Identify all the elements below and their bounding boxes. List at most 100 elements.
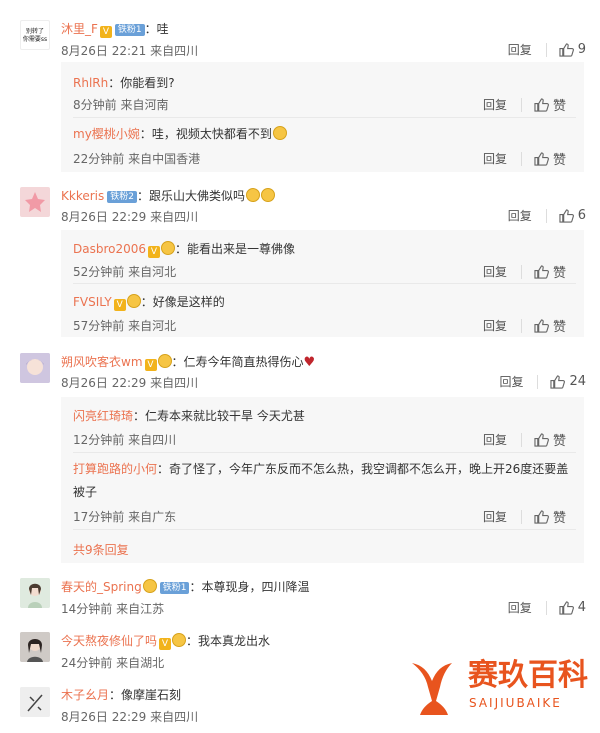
reply-button[interactable]: 回复	[483, 263, 507, 280]
like-button[interactable]: 赞	[534, 262, 566, 281]
like-button[interactable]: 赞	[534, 430, 566, 449]
fan-badge: 铁粉1	[114, 24, 145, 36]
username-link[interactable]: 沐里_F	[61, 22, 98, 36]
username-link[interactable]: Kkkeris	[61, 189, 104, 203]
avatar-text: 你需要ss	[22, 36, 48, 43]
member-emoji-icon	[172, 633, 187, 647]
thumbs-up-icon	[534, 264, 549, 279]
timestamp: 14分钟前	[61, 602, 113, 616]
girl-avatar-icon	[20, 578, 50, 608]
comment-meta: 8月26日 22:21 来自四川	[61, 42, 198, 59]
username-link[interactable]: 木子幺月	[61, 688, 109, 702]
location: 来自广东	[128, 510, 177, 524]
comment-actions: 回复 9	[508, 41, 586, 58]
username-link[interactable]: 闪亮红琦琦	[73, 409, 133, 423]
thumbs-up-icon	[534, 432, 549, 447]
comment-text: 仁寿今年简直热得伤心	[183, 355, 304, 369]
username-link[interactable]: 朔风吹客衣wm	[61, 355, 143, 369]
reply-button[interactable]: 回复	[483, 317, 507, 334]
divider	[520, 151, 522, 166]
comment-text-line: 沐里_F V 铁粉1 ：哇	[61, 22, 169, 38]
reply-button[interactable]: 回复	[508, 41, 532, 58]
reply-button[interactable]: 回复	[483, 96, 507, 113]
like-button[interactable]: 6	[559, 208, 586, 223]
reply-text: 奇了怪了，今年广东反而不怎么热，我空调都不怎么开，晚上开26度还要盖	[169, 462, 569, 476]
member-emoji-icon	[161, 241, 176, 255]
avatar[interactable]	[20, 687, 50, 717]
like-label: 赞	[552, 434, 566, 449]
timestamp: 57分钟前	[73, 319, 125, 333]
like-count: 24	[569, 374, 586, 389]
username-link[interactable]: 今天熬夜修仙了吗	[61, 634, 157, 648]
member-emoji-icon	[126, 294, 141, 308]
location: 来自河北	[128, 319, 177, 333]
username-link[interactable]: FVSILY	[73, 295, 112, 309]
like-button[interactable]: 赞	[534, 316, 566, 335]
reply-button[interactable]: 回复	[483, 431, 507, 448]
comment-item: Kkkeris 铁粉2 ：跟乐山大佛类似吗 8月26日 22:29 来自四川 回复 …	[0, 177, 600, 344]
vip-icon: V	[99, 26, 112, 38]
divider	[520, 432, 522, 447]
watermark: 赛玖百科 SAIJIUBAIKE	[408, 655, 592, 717]
reply-item: my樱桃小婉：哇，视频太快都看不到 22分钟前 来自中国香港 回复 赞	[73, 126, 566, 168]
avatar[interactable]	[20, 578, 50, 608]
thumbs-up-icon	[534, 318, 549, 333]
reply-button[interactable]: 回复	[483, 508, 507, 525]
like-button[interactable]: 9	[559, 42, 586, 57]
divider	[545, 208, 547, 223]
username-link[interactable]: RhlRh	[73, 76, 108, 90]
divider	[537, 374, 539, 389]
timestamp: 12分钟前	[73, 433, 125, 447]
username-link[interactable]: 春天的_Spring	[61, 580, 142, 594]
like-button[interactable]: 4	[559, 600, 586, 615]
divider	[520, 318, 522, 333]
avatar[interactable]	[20, 632, 50, 662]
like-button[interactable]: 赞	[534, 507, 566, 526]
thumbs-up-icon	[550, 374, 566, 389]
reply-text-continued: 被子	[73, 485, 98, 499]
timestamp: 8分钟前	[73, 98, 117, 112]
username-link[interactable]: 打算跑路的小何	[73, 462, 157, 476]
location: 来自湖北	[116, 656, 165, 670]
reply-button[interactable]: 回复	[508, 599, 532, 616]
username-link[interactable]: Dasbro2006	[73, 242, 146, 256]
like-label: 赞	[552, 511, 566, 526]
divider	[545, 42, 547, 57]
reply-item: 闪亮红琦琦：仁寿本来就比较干旱 今天尤甚 12分钟前 来自四川 回复 赞	[73, 397, 576, 453]
username-link[interactable]: my樱桃小婉	[73, 127, 140, 141]
timestamp: 8月26日 22:29	[61, 210, 147, 224]
reply-text: 仁寿本来就比较干旱 今天尤甚	[145, 409, 305, 423]
like-button[interactable]: 赞	[534, 149, 566, 168]
watermark-name: 赛玖百科	[468, 658, 588, 693]
reply-button[interactable]: 回复	[499, 373, 523, 390]
member-emoji-icon	[157, 354, 172, 368]
reply-button[interactable]: 回复	[483, 150, 507, 167]
vip-icon: V	[113, 299, 126, 311]
comment-text: 像摩崖石刻	[121, 688, 182, 702]
crying-emoji-icon	[246, 188, 261, 202]
divider	[520, 97, 522, 112]
timestamp: 22分钟前	[73, 152, 125, 166]
reply-button[interactable]: 回复	[508, 207, 532, 224]
fan-badge: 铁粉2	[107, 191, 137, 203]
divider	[520, 509, 522, 524]
view-more-replies-link[interactable]: 共9条回复	[73, 541, 129, 558]
like-count: 4	[577, 600, 586, 615]
comment-text: 哇	[156, 22, 169, 36]
comment-feed: 别转了 你需要ss 沐里_F V 铁粉1 ：哇 8月26日 22:21 来自四川 回复…	[0, 0, 600, 733]
comment-item: 别转了 你需要ss 沐里_F V 铁粉1 ：哇 8月26日 22:21 来自四川 回复…	[0, 0, 600, 178]
like-button[interactable]: 24	[550, 374, 586, 389]
reply-list: RhlRh：你能看到? 8分钟前 来自河南 回复 赞 my樱桃小婉：哇，视频太快…	[61, 62, 584, 172]
member-emoji-icon	[142, 579, 157, 593]
reply-item: 打算跑路的小何：奇了怪了，今年广东反而不怎么热，我空调都不怎么开，晚上开26度还…	[73, 452, 576, 530]
avatar[interactable]	[20, 187, 50, 217]
avatar[interactable]	[20, 353, 50, 383]
like-button[interactable]: 赞	[534, 95, 566, 114]
timestamp: 17分钟前	[73, 510, 125, 524]
anime-girl-avatar-icon	[20, 353, 50, 383]
reply-item: RhlRh：你能看到? 8分钟前 来自河南 回复 赞	[73, 62, 576, 118]
reply-list: 闪亮红琦琦：仁寿本来就比较干旱 今天尤甚 12分钟前 来自四川 回复 赞 打算跑…	[61, 397, 584, 563]
like-label: 赞	[552, 99, 566, 114]
vip-icon: V	[159, 638, 172, 650]
avatar[interactable]: 别转了 你需要ss	[20, 20, 50, 50]
